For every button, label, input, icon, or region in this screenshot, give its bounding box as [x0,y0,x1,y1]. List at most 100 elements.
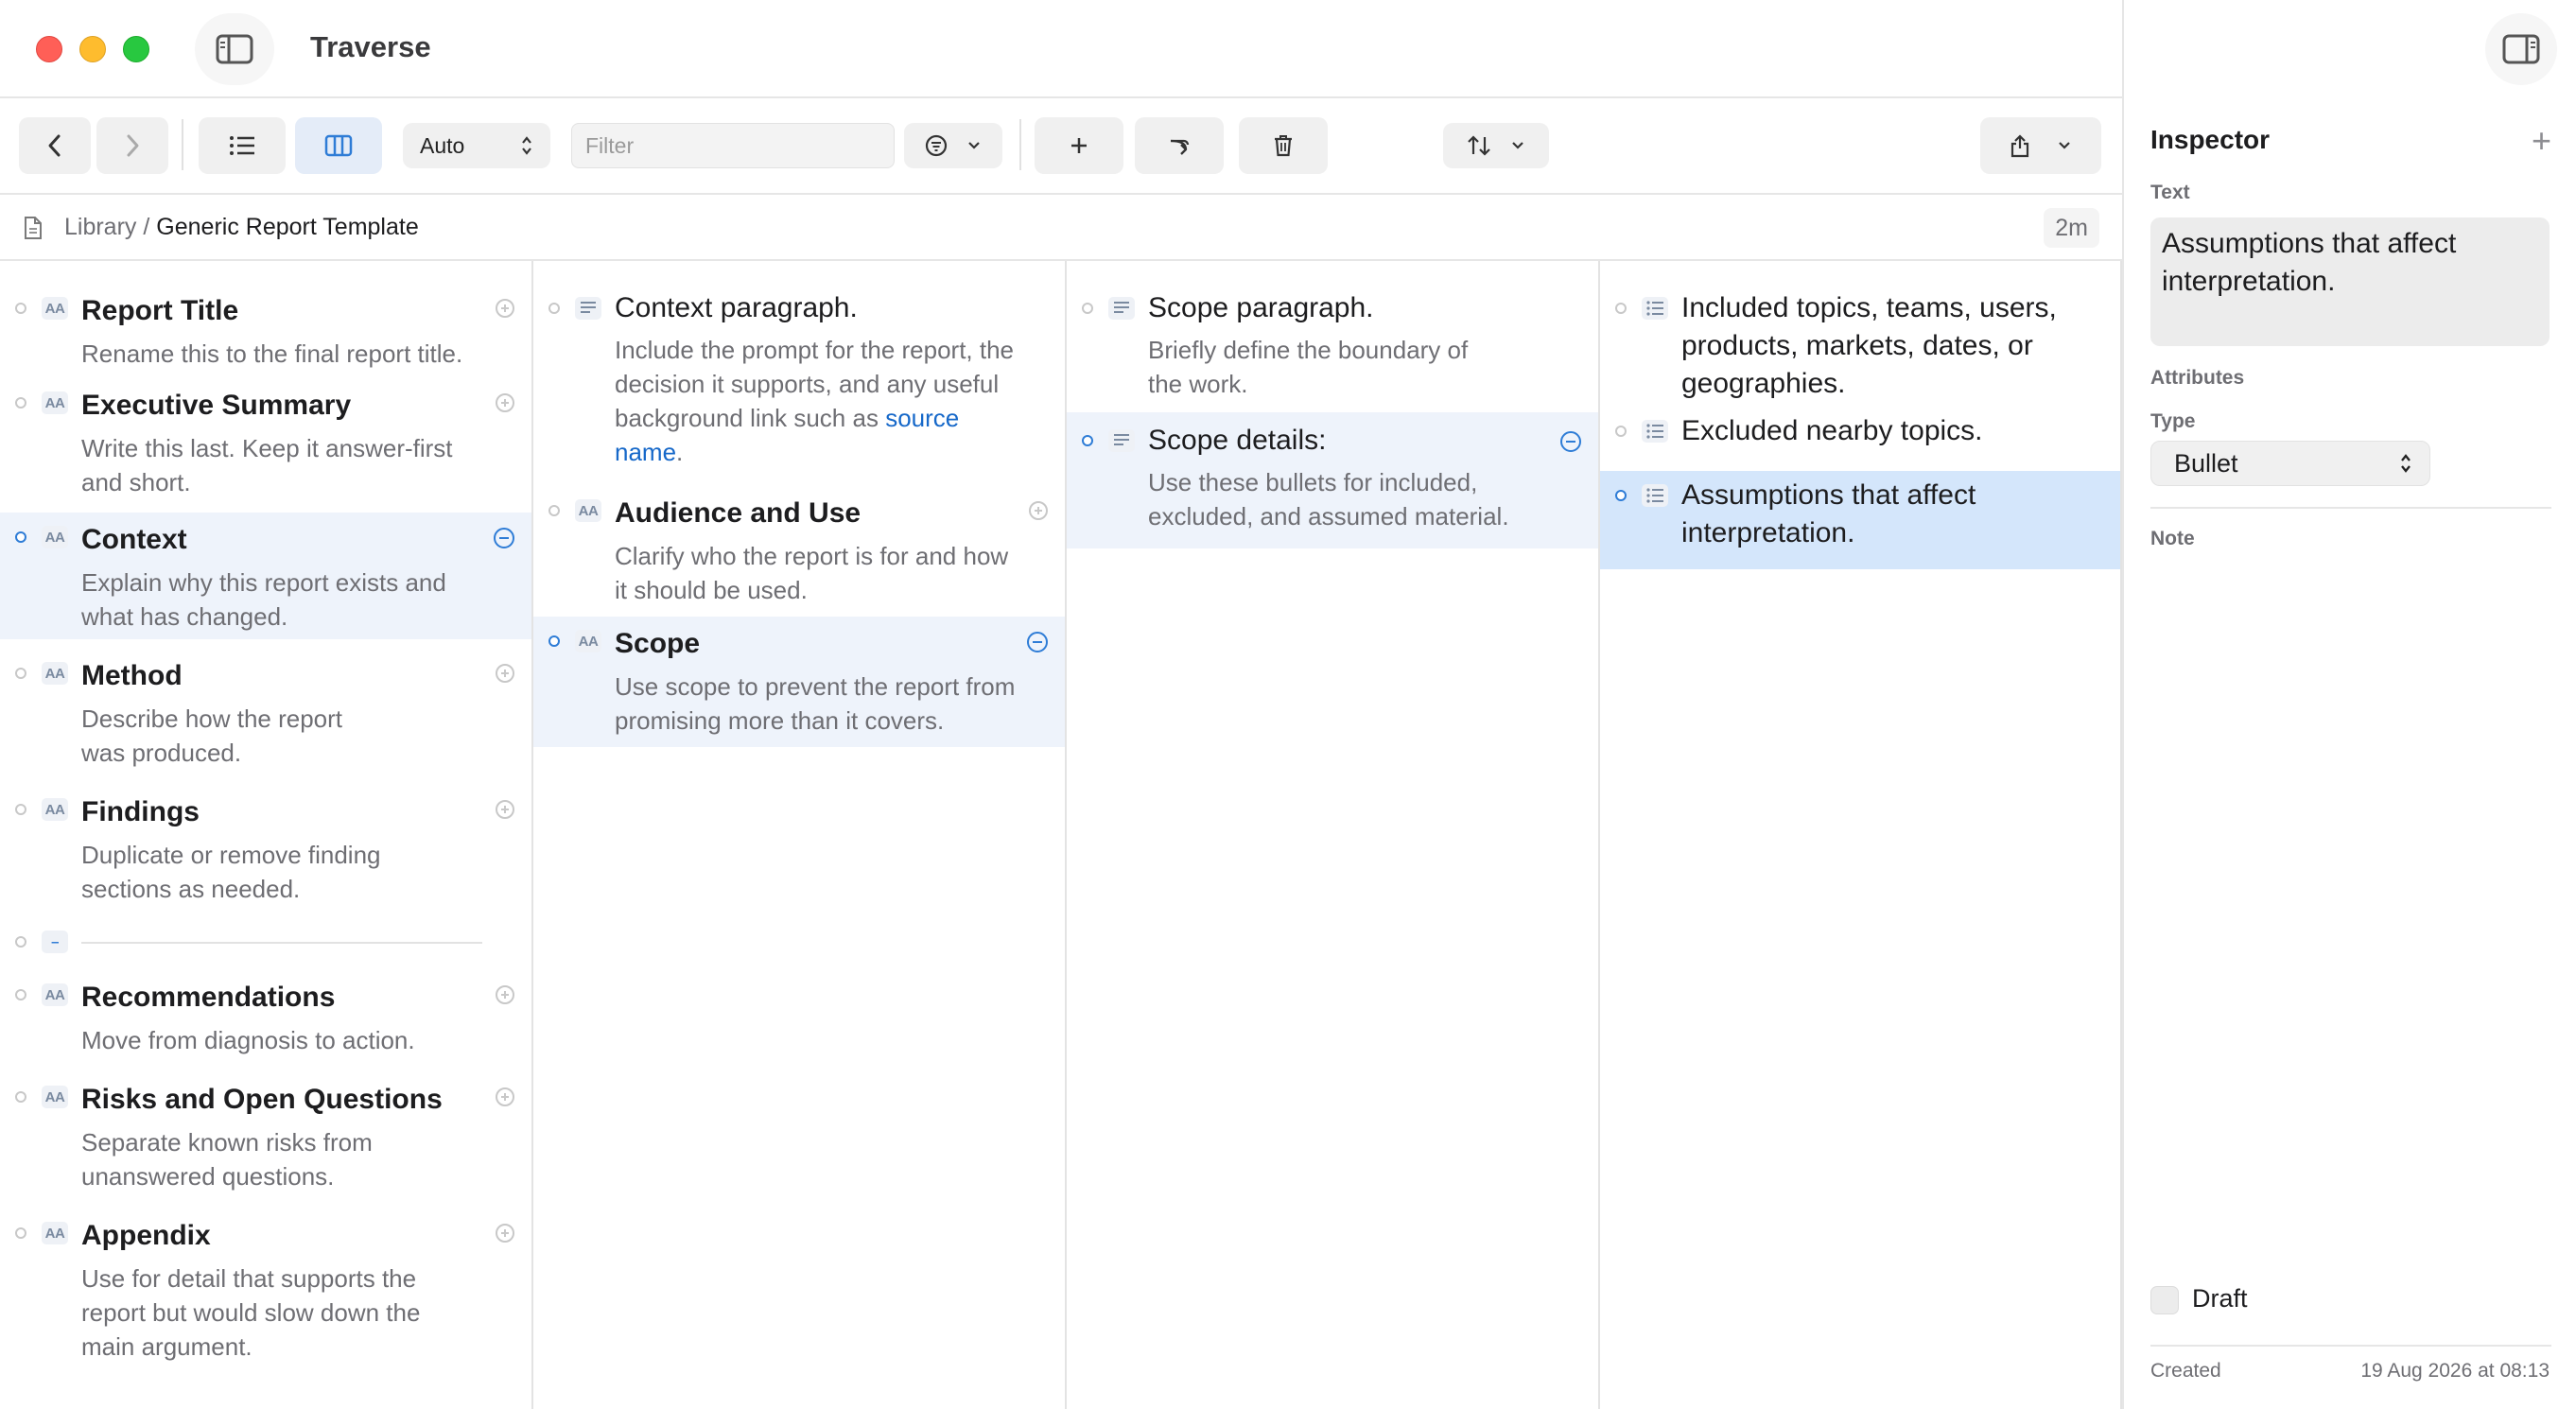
separator-type-icon: – [42,931,68,953]
share-button[interactable] [1980,117,2101,174]
sort-arrows-icon [1468,135,1490,156]
item-title: Appendix [81,1220,211,1251]
columns-icon [324,134,353,157]
item-title: Excluded nearby topics. [1681,415,1983,446]
toolbar-separator [1019,119,1021,170]
text-field[interactable]: Assumptions that affect interpretation. [2150,217,2550,346]
chevron-left-icon [48,134,61,157]
delete-button[interactable] [1239,117,1328,174]
heading-type-icon: AA [42,983,68,1006]
toolbar: Auto [0,98,2122,195]
list-item-selected[interactable]: Scope details: Use these bullets for inc… [1067,412,1598,548]
collapse-icon[interactable] [1027,632,1048,652]
bullet-type-icon [1642,297,1668,320]
list-item[interactable]: AA Recommendations Move from diagnosis t… [0,965,531,1069]
add-attribute-button[interactable]: + [2532,121,2551,161]
item-handle[interactable] [15,668,26,679]
heading-type-icon: AA [575,630,601,652]
close-window-button[interactable] [36,36,62,62]
item-title: Included topics, teams, users, products,… [1681,292,2057,399]
filter-input[interactable] [571,123,895,168]
list-item[interactable]: AA Executive Summary Write this last. Ke… [0,369,531,496]
column-view-button[interactable] [295,117,382,174]
list-view-button[interactable] [199,117,286,174]
list-item[interactable]: Excluded nearby topics. [1600,403,2120,461]
divider-line [81,942,482,944]
item-handle[interactable] [15,936,26,948]
indent-button[interactable] [1135,117,1224,174]
item-description: Use these bullets for included, excluded… [1148,468,1509,531]
list-item-selected[interactable]: AA Context Explain why this report exist… [0,513,531,639]
back-button[interactable] [19,117,91,174]
item-handle[interactable] [548,505,560,516]
heading-type-icon: AA [42,526,68,548]
item-handle[interactable] [548,303,560,314]
list-icon [230,136,254,155]
item-handle[interactable] [1615,426,1627,437]
item-description: Separate known risks from unanswered que… [81,1128,373,1191]
item-handle[interactable] [1615,490,1627,501]
item-title: Executive Summary [81,390,352,421]
item-handle[interactable] [1615,303,1627,314]
expand-icon[interactable] [1029,501,1048,520]
list-item-selected[interactable]: Assumptions that affect interpretation. [1600,471,2120,569]
expand-icon[interactable] [496,800,514,819]
paragraph-type-icon [1108,429,1135,452]
forward-button[interactable] [96,117,168,174]
item-title: Context paragraph. [615,292,858,323]
heading-type-icon: AA [42,391,68,414]
title-bar: Traverse [0,0,2122,98]
toggle-sidebar-button[interactable] [195,13,274,85]
sort-button[interactable] [1443,123,1549,168]
list-item[interactable]: Context paragraph. Include the prompt fo… [533,270,1065,469]
expand-icon[interactable] [496,985,514,1004]
outline-column-2: Context paragraph. Include the prompt fo… [533,261,1067,1409]
draft-checkbox[interactable] [2150,1286,2179,1314]
divider-item[interactable]: – [0,917,531,965]
collapse-icon[interactable] [1560,431,1581,452]
add-item-button[interactable] [1035,117,1123,174]
list-item[interactable]: AA Method Describe how the report was pr… [0,639,531,772]
item-handle[interactable] [1082,435,1093,446]
breadcrumb-root[interactable]: Library [64,214,136,240]
item-handle[interactable] [15,804,26,815]
filter-options-button[interactable] [904,123,1002,168]
item-handle[interactable] [15,397,26,409]
item-handle[interactable] [1082,303,1093,314]
collapse-icon[interactable] [494,528,514,548]
list-item[interactable]: AA Appendix Use for detail that supports… [0,1203,531,1383]
inspector-divider [2150,1345,2551,1347]
type-select[interactable]: Bullet [2150,441,2430,486]
paragraph-type-icon [1108,297,1135,320]
expand-icon[interactable] [496,664,514,683]
expand-icon[interactable] [496,1087,514,1106]
expand-icon[interactable] [496,299,514,318]
item-handle[interactable] [548,635,560,647]
inspector-panel: Inspector + Text Assumptions that affect… [2122,0,2576,1409]
zoom-window-button[interactable] [123,36,149,62]
item-handle[interactable] [15,1091,26,1103]
heading-type-icon: AA [42,798,68,821]
item-handle[interactable] [15,1227,26,1239]
item-handle[interactable] [15,531,26,543]
toolbar-separator [182,119,183,170]
list-item[interactable]: Scope paragraph. Briefly define the boun… [1067,270,1598,422]
list-item[interactable]: AA Report Title Rename this to the final… [0,270,531,369]
list-item[interactable]: Included topics, teams, users, products,… [1600,270,2120,403]
expand-icon[interactable] [496,1224,514,1243]
heading-type-icon: AA [42,297,68,320]
list-item[interactable]: AA Audience and Use Clarify who the repo… [533,477,1065,604]
item-title: Risks and Open Questions [81,1084,443,1115]
toggle-inspector-button[interactable] [2485,13,2557,85]
list-item-selected[interactable]: AA Scope Use scope to prevent the report… [533,617,1065,747]
list-item[interactable]: AA Findings Duplicate or remove finding … [0,775,531,908]
list-item[interactable]: AA Risks and Open Questions Separate kno… [0,1067,531,1199]
item-description: Use scope to prevent the report from pro… [615,672,1016,735]
item-description: Write this last. Keep it answer-first an… [81,434,453,496]
item-handle[interactable] [15,989,26,1000]
item-handle[interactable] [15,303,26,314]
expand-icon[interactable] [496,393,514,412]
type-select-value: Bullet [2174,448,2238,478]
minimize-window-button[interactable] [79,36,106,62]
view-mode-select[interactable]: Auto [403,123,550,168]
